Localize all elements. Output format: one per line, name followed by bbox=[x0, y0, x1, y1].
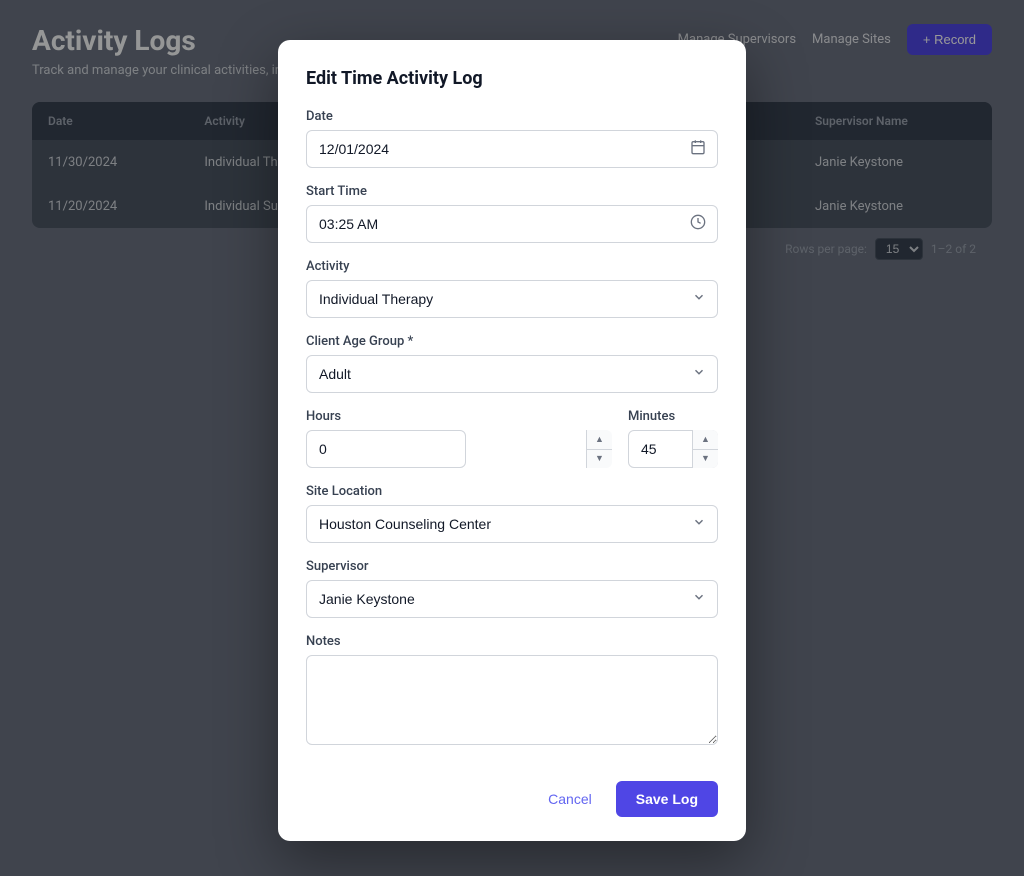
activity-group: Activity Individual Therapy Individual S… bbox=[306, 259, 718, 318]
cancel-button[interactable]: Cancel bbox=[536, 783, 604, 815]
date-group: Date bbox=[306, 109, 718, 168]
client-age-group: Client Age Group * Adult Child Adolescen… bbox=[306, 334, 718, 393]
activity-label: Activity bbox=[306, 259, 718, 274]
minutes-spinner: ▲ ▼ bbox=[628, 430, 718, 468]
client-age-select-wrapper: Adult Child Adolescent Older Adult bbox=[306, 355, 718, 393]
site-location-select[interactable]: Houston Counseling Center Dallas Counsel… bbox=[306, 505, 718, 543]
date-label: Date bbox=[306, 109, 718, 124]
supervisor-select-wrapper: Janie Keystone John Smith bbox=[306, 580, 718, 618]
modal-overlay: Edit Time Activity Log Date Start Time bbox=[0, 0, 1024, 876]
start-time-group: Start Time bbox=[306, 184, 718, 243]
client-age-select[interactable]: Adult Child Adolescent Older Adult bbox=[306, 355, 718, 393]
clock-icon bbox=[690, 214, 706, 234]
date-input-wrapper bbox=[306, 130, 718, 168]
save-log-button[interactable]: Save Log bbox=[616, 781, 718, 817]
notes-input[interactable] bbox=[306, 655, 718, 745]
activity-select-wrapper: Individual Therapy Individual Supervisio… bbox=[306, 280, 718, 318]
start-time-label: Start Time bbox=[306, 184, 718, 199]
minutes-down-btn[interactable]: ▼ bbox=[693, 450, 718, 469]
supervisor-label: Supervisor bbox=[306, 559, 718, 574]
hours-spinner: ▲ ▼ bbox=[306, 430, 612, 468]
minutes-group: Minutes ▲ ▼ bbox=[628, 409, 718, 468]
hours-group: Hours ▲ ▼ bbox=[306, 409, 612, 468]
notes-group: Notes bbox=[306, 634, 718, 745]
site-location-group: Site Location Houston Counseling Center … bbox=[306, 484, 718, 543]
date-input[interactable] bbox=[306, 130, 718, 168]
start-time-input[interactable] bbox=[306, 205, 718, 243]
activity-select[interactable]: Individual Therapy Individual Supervisio… bbox=[306, 280, 718, 318]
modal-footer: Cancel Save Log bbox=[306, 765, 718, 817]
site-location-select-wrapper: Houston Counseling Center Dallas Counsel… bbox=[306, 505, 718, 543]
supervisor-select[interactable]: Janie Keystone John Smith bbox=[306, 580, 718, 618]
notes-label: Notes bbox=[306, 634, 718, 649]
minutes-label: Minutes bbox=[628, 409, 718, 424]
minutes-up-btn[interactable]: ▲ bbox=[693, 430, 718, 450]
edit-log-modal: Edit Time Activity Log Date Start Time bbox=[278, 40, 746, 841]
hours-spinner-btns: ▲ ▼ bbox=[586, 430, 612, 468]
modal-title: Edit Time Activity Log bbox=[306, 68, 718, 89]
site-location-label: Site Location bbox=[306, 484, 718, 499]
minutes-spinner-btns: ▲ ▼ bbox=[692, 430, 718, 468]
hours-down-btn[interactable]: ▼ bbox=[587, 450, 612, 469]
calendar-icon bbox=[690, 139, 706, 159]
hours-label: Hours bbox=[306, 409, 612, 424]
hours-minutes-row: Hours ▲ ▼ Minutes ▲ ▼ bbox=[306, 409, 718, 484]
hours-input[interactable] bbox=[306, 430, 466, 468]
supervisor-group: Supervisor Janie Keystone John Smith bbox=[306, 559, 718, 618]
start-time-input-wrapper bbox=[306, 205, 718, 243]
hours-up-btn[interactable]: ▲ bbox=[587, 430, 612, 450]
client-age-label: Client Age Group * bbox=[306, 334, 718, 349]
